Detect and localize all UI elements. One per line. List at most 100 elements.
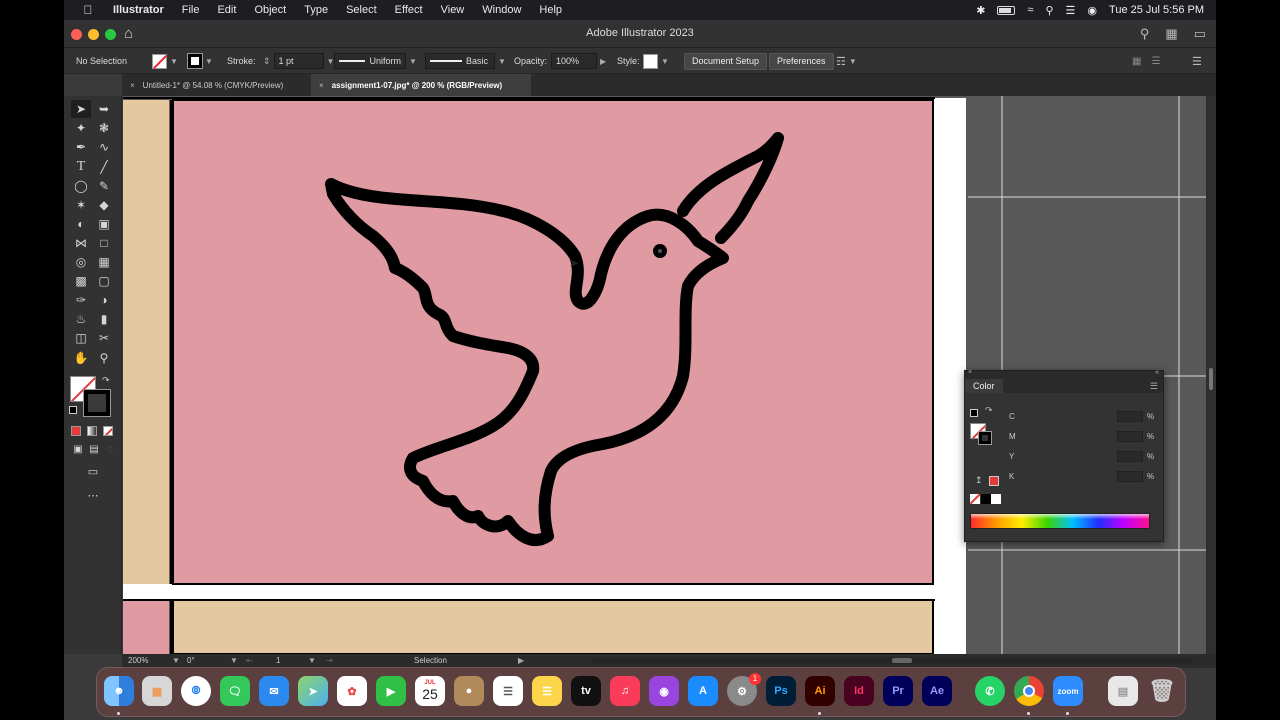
vertical-scrollbar[interactable] bbox=[1206, 96, 1216, 654]
color-panel-title[interactable]: Color bbox=[965, 379, 1003, 393]
menu-clock[interactable]: Tue 25 Jul 5:56 PM bbox=[1109, 4, 1204, 16]
document-setup-button[interactable]: Document Setup bbox=[684, 52, 768, 70]
stepper-icon[interactable]: ⇕ bbox=[263, 56, 271, 67]
after-effects-icon[interactable]: Ae bbox=[922, 676, 952, 706]
chevron-right-icon[interactable]: ▶ bbox=[600, 57, 606, 66]
chevron-down-icon[interactable]: ▼ bbox=[172, 656, 180, 665]
search-icon[interactable]: ⚲ bbox=[1140, 26, 1150, 42]
menu-window[interactable]: Window bbox=[473, 4, 530, 16]
chevron-down-icon[interactable]: ▼ bbox=[230, 656, 238, 665]
podcasts-icon[interactable]: ◉ bbox=[649, 676, 679, 706]
menu-effect[interactable]: Effect bbox=[386, 4, 432, 16]
wifi-icon[interactable]: ≈ bbox=[1027, 4, 1033, 16]
distribute-icon[interactable]: ☰ bbox=[1151, 56, 1160, 67]
downloads-stack-icon[interactable]: ▤ bbox=[1108, 676, 1138, 706]
paintbrush-tool-icon[interactable]: ✎ bbox=[94, 177, 114, 195]
none-mode-icon[interactable] bbox=[103, 426, 113, 436]
channel-y-field[interactable] bbox=[1117, 451, 1143, 462]
hand-tool-icon[interactable]: ✋ bbox=[71, 349, 91, 367]
fill-swatch[interactable] bbox=[152, 53, 167, 69]
photoshop-icon[interactable]: Ps bbox=[766, 676, 796, 706]
ellipse-tool-icon[interactable]: ◯ bbox=[71, 177, 91, 195]
music-icon[interactable]: ♫ bbox=[610, 676, 640, 706]
apple-tv-icon[interactable]: tv bbox=[571, 676, 601, 706]
zoom-tool-icon[interactable]: ⚲ bbox=[94, 349, 114, 367]
menu-icon[interactable]: ☰ bbox=[1192, 55, 1202, 68]
apple-icon[interactable]:  bbox=[80, 3, 96, 17]
align-icon[interactable]: ▦ bbox=[1132, 56, 1141, 67]
reminders-icon[interactable]: ☰ bbox=[493, 676, 523, 706]
pen-tool-icon[interactable]: ✒ bbox=[71, 138, 91, 156]
indesign-icon[interactable]: Id bbox=[844, 676, 874, 706]
facetime-icon[interactable]: ▶ bbox=[376, 676, 406, 706]
close-icon[interactable]: × bbox=[968, 369, 972, 376]
chevron-down-icon[interactable]: ▼ bbox=[409, 57, 417, 66]
siri-icon[interactable]: ◉ bbox=[1087, 4, 1097, 17]
line-segment-tool-icon[interactable]: ╱ bbox=[94, 158, 114, 176]
last-artboard-icon[interactable]: ⇥ bbox=[326, 656, 333, 665]
rotation-value[interactable]: 0° bbox=[187, 656, 195, 665]
zoom-level[interactable]: 200% bbox=[128, 656, 148, 665]
stroke-weight-field[interactable]: 1 pt bbox=[273, 53, 324, 69]
first-artboard-icon[interactable]: ⇤ bbox=[246, 656, 253, 665]
graphic-style-swatch[interactable] bbox=[643, 53, 658, 69]
black-color-swatch[interactable] bbox=[981, 494, 991, 504]
app-store-icon[interactable]: A bbox=[688, 676, 718, 706]
color-mode-icon[interactable] bbox=[71, 426, 81, 436]
width-tool-icon[interactable]: ⋈ bbox=[71, 234, 91, 252]
search-icon[interactable]: ⚲ bbox=[1045, 4, 1053, 17]
close-icon[interactable]: × bbox=[319, 81, 324, 90]
zoom-icon[interactable]: zoom bbox=[1053, 676, 1083, 706]
reflect-tool-icon[interactable]: ◐ bbox=[71, 215, 91, 233]
symbol-sprayer-tool-icon[interactable]: ♨ bbox=[71, 310, 91, 328]
menu-type[interactable]: Type bbox=[295, 4, 337, 16]
lasso-tool-icon[interactable]: ❃ bbox=[94, 119, 114, 137]
messages-icon[interactable]: 🗨 bbox=[220, 676, 250, 706]
preferences-button[interactable]: Preferences bbox=[769, 52, 834, 70]
scale-tool-icon[interactable]: ▣ bbox=[94, 215, 114, 233]
notes-icon[interactable]: ☰ bbox=[532, 676, 562, 706]
chevron-down-icon[interactable]: ▼ bbox=[205, 57, 213, 66]
menu-edit[interactable]: Edit bbox=[208, 4, 245, 16]
menu-help[interactable]: Help bbox=[530, 4, 571, 16]
magic-wand-tool-icon[interactable]: ✦ bbox=[71, 119, 91, 137]
artboard-number[interactable]: 1 bbox=[276, 656, 280, 665]
blend-tool-icon[interactable]: ◑ bbox=[94, 291, 114, 309]
menu-object[interactable]: Object bbox=[245, 4, 295, 16]
chevron-right-icon[interactable]: ▶ bbox=[518, 656, 524, 665]
channel-k-field[interactable] bbox=[1117, 471, 1143, 482]
draw-inside-icon[interactable]: ◌ bbox=[100, 440, 120, 458]
color-spectrum[interactable] bbox=[970, 513, 1150, 529]
mail-icon[interactable]: ✉ bbox=[259, 676, 289, 706]
control-center-icon[interactable]: ☰ bbox=[1066, 4, 1076, 17]
maps-icon[interactable]: ➤ bbox=[298, 676, 328, 706]
artboard-tool-icon[interactable]: ◫ bbox=[71, 329, 91, 347]
swap-icon[interactable]: ↷ bbox=[985, 405, 993, 416]
opacity-field[interactable]: 100% bbox=[551, 53, 597, 69]
panel-menu-icon[interactable]: ☰ bbox=[1150, 381, 1158, 392]
stroke-swatch-large[interactable] bbox=[83, 389, 111, 417]
type-tool-icon[interactable]: T bbox=[71, 158, 91, 176]
channel-m-field[interactable] bbox=[1117, 431, 1143, 442]
battery-icon[interactable] bbox=[997, 5, 1016, 15]
whatsapp-icon[interactable]: ✆ bbox=[975, 676, 1005, 706]
stroke-swatch[interactable] bbox=[187, 53, 203, 69]
eraser-tool-icon[interactable]: ◆ bbox=[94, 196, 114, 214]
horizontal-scrollbar[interactable] bbox=[592, 657, 1192, 664]
tab-untitled[interactable]: × Untitled-1* @ 54.08 % (CMYK/Preview) bbox=[122, 74, 311, 96]
workspace-switcher-icon[interactable]: ▭ bbox=[1194, 26, 1206, 42]
swap-fill-stroke-icon[interactable]: ↷ bbox=[102, 375, 110, 386]
curvature-tool-icon[interactable]: ∿ bbox=[94, 138, 114, 156]
default-colors-icon[interactable] bbox=[970, 409, 978, 417]
trash-icon[interactable]: 🗑 bbox=[1147, 676, 1177, 706]
safari-icon[interactable]: ⦾ bbox=[181, 676, 211, 706]
gamut-color-swatch[interactable] bbox=[989, 476, 999, 486]
out-of-gamut-icon[interactable]: ↥ bbox=[975, 475, 983, 486]
menu-file[interactable]: File bbox=[173, 4, 209, 16]
white-color-swatch[interactable] bbox=[991, 494, 1001, 504]
gradient-mode-icon[interactable] bbox=[87, 426, 97, 436]
arrange-icon[interactable]: ☶ bbox=[836, 55, 846, 68]
shaper-tool-icon[interactable]: ✶ bbox=[71, 196, 91, 214]
mesh-tool-icon[interactable]: ▩ bbox=[71, 272, 91, 290]
chevron-down-icon[interactable]: ▼ bbox=[308, 656, 316, 665]
